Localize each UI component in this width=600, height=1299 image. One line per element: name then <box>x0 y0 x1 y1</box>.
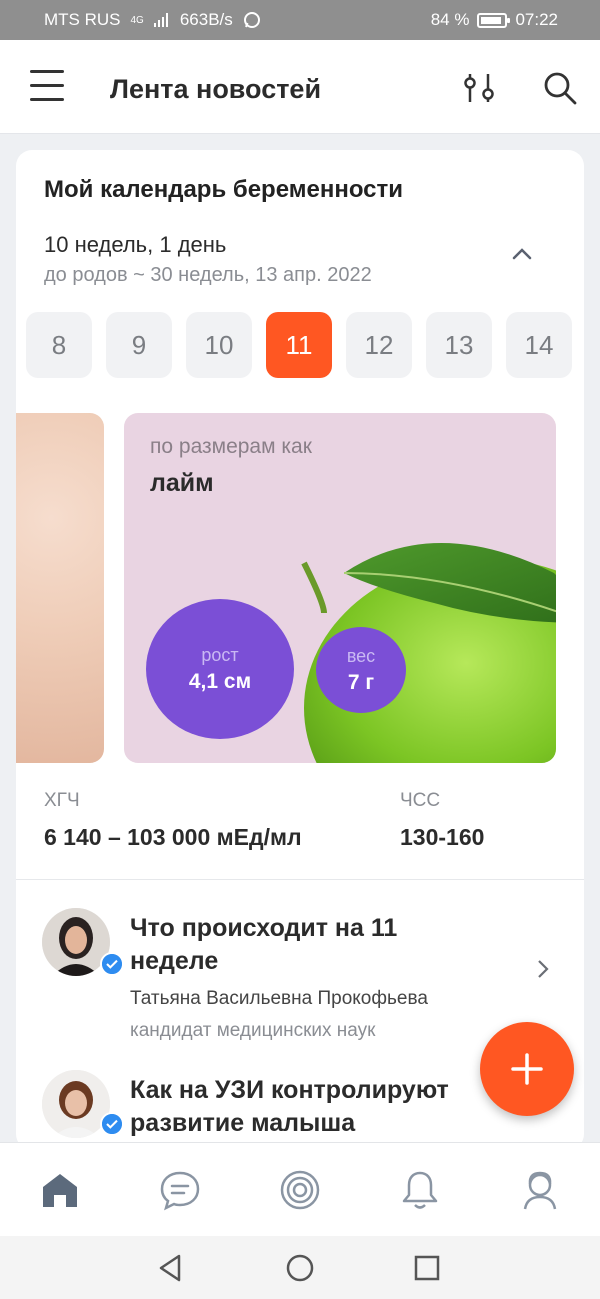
verified-badge-icon <box>100 1112 124 1136</box>
divider <box>16 879 584 880</box>
profile-icon[interactable] <box>517 1167 563 1213</box>
height-label: рост <box>201 644 239 665</box>
system-navigation-bar <box>0 1236 600 1299</box>
previous-week-slide[interactable] <box>16 413 104 763</box>
article-author-role: кандидат медицинских наук <box>130 1020 376 1041</box>
fruit-caption: по размерам как <box>150 435 312 458</box>
battery-icon <box>477 12 511 28</box>
fruit-name: лайм <box>150 469 214 497</box>
week-chip[interactable]: 13 <box>426 312 492 378</box>
whatsapp-icon <box>243 12 260 28</box>
article-author: Татьяна Васильевна Прокофьева <box>130 988 428 1009</box>
fruit-size-card[interactable]: по размерам как лайм рост 4,1 см вес 7 г <box>124 413 556 763</box>
verified-badge-icon <box>100 952 124 976</box>
plus-icon <box>511 1053 543 1085</box>
target-icon[interactable] <box>277 1167 323 1213</box>
signal-icon <box>153 13 168 27</box>
app-header: Лента новостей <box>0 40 600 134</box>
week-chip[interactable]: 10 <box>186 312 252 378</box>
clock: 07:22 <box>515 10 558 29</box>
hamburger-icon[interactable] <box>30 70 64 102</box>
recents-icon[interactable] <box>411 1252 443 1284</box>
back-icon[interactable] <box>155 1252 187 1284</box>
status-bar: MTS RUS 4G 663B/s 84 % 07:22 <box>0 0 600 40</box>
home-circle-icon[interactable] <box>284 1252 316 1284</box>
article-title: Что происходит на 11 неделе <box>130 914 398 975</box>
weight-value: 7 г <box>347 670 375 694</box>
hcg-value: 6 140 – 103 000 мЕд/мл <box>44 824 302 850</box>
height-bubble: рост 4,1 см <box>146 599 294 739</box>
filter-sliders-icon[interactable] <box>460 68 500 108</box>
heart-rate-value: 130-160 <box>400 824 485 850</box>
weight-bubble: вес 7 г <box>316 627 406 713</box>
hcg-label: ХГЧ <box>44 790 80 811</box>
heart-rate-label: ЧСС <box>400 790 441 811</box>
height-value: 4,1 см <box>188 669 252 693</box>
battery-percent: 84 % <box>430 10 470 29</box>
search-icon[interactable] <box>540 68 580 108</box>
week-chip[interactable]: 14 <box>506 312 572 378</box>
article-title: Как на УЗИ контролируют развитие малыша <box>130 1076 449 1137</box>
week-chip-selected[interactable]: 11 <box>266 312 332 378</box>
home-icon[interactable] <box>37 1167 83 1213</box>
bottom-navigation <box>0 1142 600 1236</box>
week-chip[interactable]: 12 <box>346 312 412 378</box>
chevron-right-icon <box>538 960 549 978</box>
current-week: 10 недель, 1 день <box>44 232 227 257</box>
bell-icon[interactable] <box>397 1167 443 1213</box>
page-title: Лента новостей <box>110 74 322 104</box>
pregnancy-calendar-card: Мой календарь беременности 10 недель, 1 … <box>16 150 584 1150</box>
calendar-title: Мой календарь беременности <box>44 176 404 203</box>
weight-label: вес <box>346 645 376 666</box>
add-button[interactable] <box>480 1022 574 1116</box>
chevron-up-icon[interactable] <box>510 246 534 262</box>
chat-icon[interactable] <box>157 1167 203 1213</box>
weeks-remaining: до родов ~ 30 недель, 13 апр. 2022 <box>44 264 372 286</box>
week-chip[interactable]: 8 <box>26 312 92 378</box>
network-speed: 663B/s <box>179 10 233 29</box>
article-item[interactable]: Что происходит на 11 неделе Татьяна Васи… <box>16 908 584 1048</box>
network-type: 4G <box>130 14 144 26</box>
week-chip[interactable]: 9 <box>106 312 172 378</box>
week-selector: 8 9 10 11 12 13 14 <box>26 312 572 378</box>
carrier-name: MTS RUS <box>44 10 121 29</box>
